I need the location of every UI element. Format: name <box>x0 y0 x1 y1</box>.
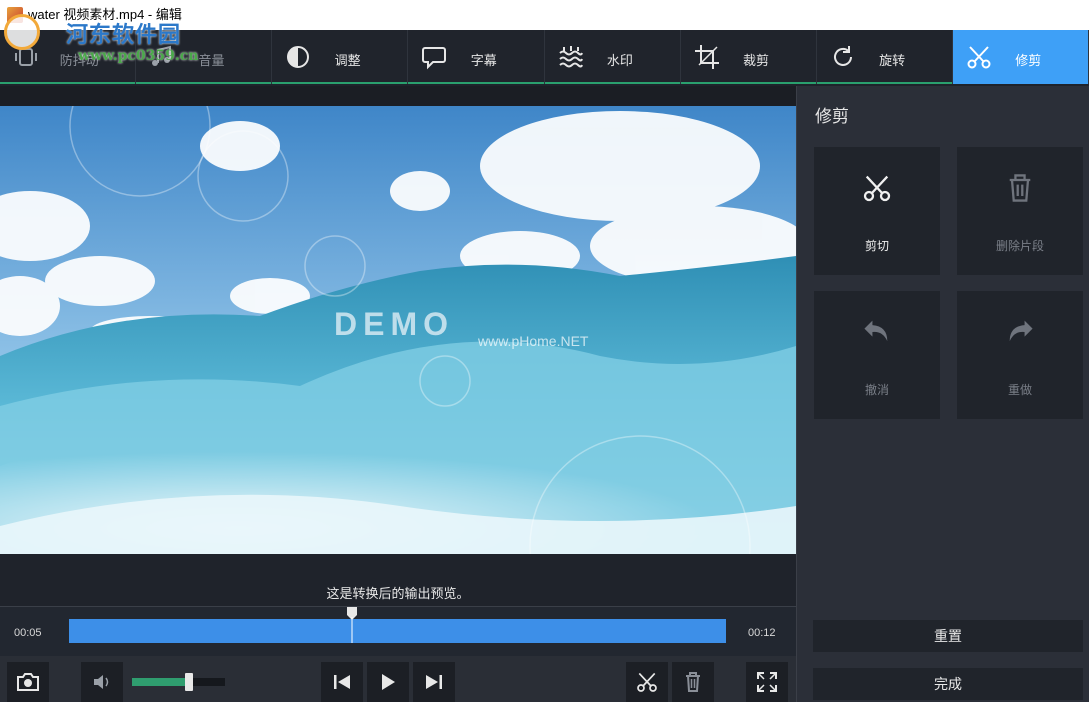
skip-back-icon <box>334 675 350 689</box>
tab-watermark[interactable]: 水印 <box>545 30 681 84</box>
speaker-icon <box>94 675 109 689</box>
scissors-icon <box>637 672 657 692</box>
tab-rotate-label: 旋转 <box>879 53 906 68</box>
mute-button[interactable] <box>81 662 123 702</box>
undo-icon <box>864 320 888 342</box>
preview-top-gap <box>0 86 796 106</box>
skip-forward-icon <box>426 675 442 689</box>
redo-panel-button[interactable]: 重做 <box>957 291 1083 419</box>
tab-crop[interactable]: 裁剪 <box>681 30 817 84</box>
scissors-icon <box>863 175 891 202</box>
tab-trim-label: 修剪 <box>1015 53 1042 68</box>
tab-crop-label: 裁剪 <box>742 53 769 68</box>
volume-slider[interactable] <box>132 673 225 691</box>
tab-watermark-label: 水印 <box>606 53 633 68</box>
play-button[interactable] <box>367 662 409 702</box>
demo-overlay-url: www.pHome.NET <box>478 333 589 349</box>
done-button[interactable]: 完成 <box>813 668 1083 700</box>
camera-icon <box>17 673 39 691</box>
demo-overlay-text: DEMO <box>334 306 454 342</box>
redo-panel-label: 重做 <box>1007 383 1032 397</box>
playback-controls <box>0 656 796 702</box>
snapshot-button[interactable] <box>7 662 49 702</box>
timeline: 00:05 00:12 <box>0 606 796 656</box>
time-end: 00:12 <box>748 627 776 639</box>
volume-level <box>132 678 189 686</box>
tab-adjust[interactable]: 调整 <box>272 30 409 84</box>
delete-segment-panel-label: 删除片段 <box>995 239 1044 253</box>
speech-bubble-icon <box>422 47 447 70</box>
tab-subtitle[interactable]: 字幕 <box>408 30 545 84</box>
tab-rotate[interactable]: 旋转 <box>817 30 953 84</box>
contrast-icon <box>287 46 310 68</box>
undo-panel-label: 撤消 <box>864 383 889 397</box>
site-watermark-url: www.pc0359.cn <box>78 48 199 64</box>
playhead-handle[interactable] <box>346 607 358 643</box>
fullscreen-icon <box>757 672 777 692</box>
preview-caption: 这是转换后的输出预览。 <box>326 586 470 601</box>
time-start: 00:05 <box>14 627 42 639</box>
tab-adjust-label: 调整 <box>334 53 361 68</box>
cut-panel-label: 剪切 <box>864 239 889 253</box>
site-logo <box>4 14 40 50</box>
redo-icon <box>1009 320 1033 342</box>
play-icon <box>382 674 395 690</box>
trash-icon <box>1009 174 1031 202</box>
cut-button[interactable] <box>626 662 668 702</box>
rotate-icon <box>833 46 852 66</box>
delete-segment-panel-button[interactable]: 删除片段 <box>957 147 1083 275</box>
undo-panel-button[interactable]: 撤消 <box>814 291 940 419</box>
cut-panel-button[interactable]: 剪切 <box>814 147 940 275</box>
next-frame-button[interactable] <box>413 662 455 702</box>
trim-panel: 修剪 剪切 删除片段 撤消 重做 重置 完成 <box>796 86 1089 702</box>
trash-icon <box>686 672 700 692</box>
site-watermark-name: 河东软件园 <box>66 22 182 48</box>
crop-icon <box>694 45 719 69</box>
tab-subtitle-label: 字幕 <box>470 53 497 68</box>
reset-button[interactable]: 重置 <box>813 620 1083 652</box>
timeline-track[interactable] <box>69 619 726 643</box>
volume-knob[interactable] <box>184 673 193 691</box>
tab-trim[interactable]: 修剪 <box>952 30 1089 84</box>
panel-title: 修剪 <box>815 107 849 126</box>
watermark-icon <box>558 46 583 68</box>
tab-volume-label: 音量 <box>198 53 225 68</box>
delete-segment-button[interactable] <box>672 662 714 702</box>
previous-frame-button[interactable] <box>321 662 363 702</box>
scissors-icon <box>967 46 991 69</box>
fullscreen-button[interactable] <box>746 662 788 702</box>
